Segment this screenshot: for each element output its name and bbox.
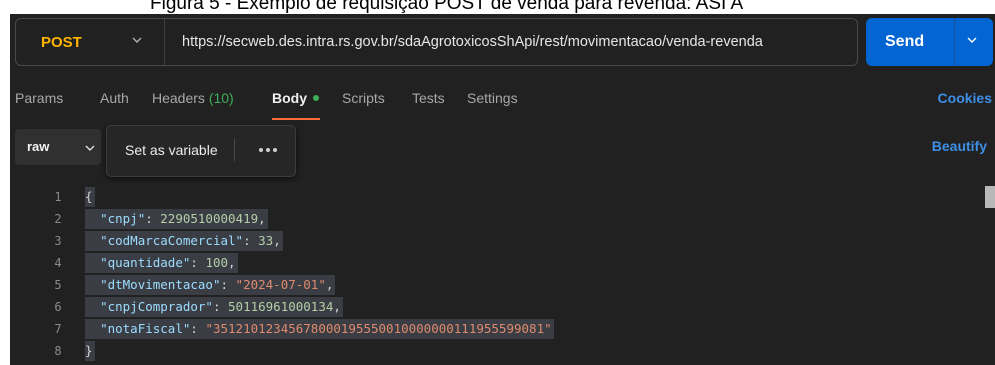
open-brace: { bbox=[85, 189, 93, 204]
code-text: "dtMovimentacao": "2024-07-01", bbox=[85, 275, 336, 295]
url-bar: POST https://secweb.des.intra.rs.gov.br/… bbox=[15, 18, 858, 66]
code-text: { bbox=[85, 187, 95, 207]
json-key: "cnpj" bbox=[100, 211, 146, 226]
send-divider bbox=[954, 18, 955, 66]
line-number: 1 bbox=[54, 190, 62, 204]
json-comma: , bbox=[273, 233, 281, 248]
body-indicator-dot bbox=[313, 95, 319, 101]
more-horizontal-icon[interactable] bbox=[259, 148, 277, 152]
code-text: "cnpjComprador": 50116961000134, bbox=[85, 297, 343, 317]
code-line: 1 { bbox=[10, 186, 995, 208]
line-number: 2 bbox=[54, 212, 62, 226]
headers-count: (10) bbox=[208, 90, 234, 106]
line-number: 3 bbox=[54, 234, 62, 248]
json-comma: , bbox=[258, 211, 266, 226]
tab-headers[interactable]: Headers (10) bbox=[152, 90, 234, 106]
json-comma: , bbox=[228, 255, 236, 270]
code-text: "quantidade": 100, bbox=[85, 253, 238, 273]
line-number: 7 bbox=[54, 322, 62, 336]
active-tab-underline bbox=[272, 118, 320, 120]
request-editor: POST https://secweb.des.intra.rs.gov.br/… bbox=[10, 14, 995, 365]
code-line: 4 "quantidade": 100, bbox=[10, 252, 995, 274]
body-mode-label: raw bbox=[27, 139, 50, 154]
code-line: 7 "notaFiscal": "35121012345678000195550… bbox=[10, 318, 995, 340]
url-input[interactable]: https://secweb.des.intra.rs.gov.br/sdaAg… bbox=[182, 19, 763, 65]
send-label: Send bbox=[885, 33, 925, 50]
code-text: } bbox=[85, 341, 95, 361]
line-number: 5 bbox=[54, 278, 62, 292]
json-comma: , bbox=[325, 277, 334, 292]
code-text: "notaFiscal": "3512101234567800019555001… bbox=[85, 319, 554, 339]
json-string: "2024-07-01" bbox=[235, 277, 326, 292]
code-line: 5 "dtMovimentacao": "2024-07-01", bbox=[10, 274, 995, 296]
menu-divider bbox=[234, 139, 235, 161]
beautify-button[interactable]: Beautify bbox=[932, 138, 987, 154]
request-tabs: Params Auth Headers (10) Body Scripts Te… bbox=[10, 90, 995, 116]
code-line: 2 "cnpj": 2290510000419, bbox=[10, 208, 995, 230]
json-key: "dtMovimentacao" bbox=[100, 277, 221, 292]
close-brace: } bbox=[85, 343, 93, 358]
json-number: 2290510000419 bbox=[160, 211, 259, 226]
code-text: "codMarcaComercial": 33, bbox=[85, 231, 283, 251]
set-as-variable-button[interactable]: Set as variable bbox=[125, 126, 218, 174]
chevron-down-icon bbox=[130, 33, 144, 52]
send-button[interactable]: Send bbox=[866, 18, 993, 66]
code-editor[interactable]: 1 { 2 "cnpj": 2290510000419, 3 "codMarca… bbox=[10, 183, 995, 365]
tab-auth[interactable]: Auth bbox=[100, 90, 129, 106]
tab-tests[interactable]: Tests bbox=[412, 90, 445, 106]
json-number: 33 bbox=[258, 233, 274, 248]
line-number: 4 bbox=[54, 256, 62, 270]
method-select[interactable]: POST bbox=[16, 19, 165, 65]
selection-context-menu: Set as variable bbox=[106, 125, 296, 177]
json-key: "notaFiscal" bbox=[100, 321, 191, 336]
cookies-link[interactable]: Cookies bbox=[938, 90, 992, 106]
caption-text: Figura 5 - Exemplo de requisição POST de… bbox=[150, 0, 744, 14]
code-line: 3 "codMarcaComercial": 33, bbox=[10, 230, 995, 252]
json-number: 100 bbox=[205, 255, 229, 270]
chevron-down-icon bbox=[84, 141, 96, 159]
tab-settings[interactable]: Settings bbox=[467, 90, 518, 106]
json-key: "cnpjComprador" bbox=[100, 299, 213, 314]
json-string: "351210123456780001955500100000001119555… bbox=[205, 321, 552, 336]
code-line: 8 } bbox=[10, 340, 995, 362]
code-text: "cnpj": 2290510000419, bbox=[85, 209, 268, 229]
method-label: POST bbox=[41, 33, 82, 51]
line-number: 8 bbox=[54, 344, 62, 358]
tab-body-label: Body bbox=[272, 90, 307, 106]
body-mode-select[interactable]: raw bbox=[15, 129, 101, 165]
json-number: 50116961000134 bbox=[228, 299, 334, 314]
json-key: "quantidade" bbox=[100, 255, 191, 270]
json-key: "codMarcaComercial" bbox=[100, 233, 244, 248]
tab-scripts[interactable]: Scripts bbox=[342, 90, 385, 106]
tab-headers-label: Headers bbox=[152, 90, 205, 106]
line-number: 6 bbox=[54, 300, 62, 314]
json-comma: , bbox=[333, 299, 341, 314]
tab-body[interactable]: Body bbox=[272, 90, 319, 106]
code-line: 6 "cnpjComprador": 50116961000134, bbox=[10, 296, 995, 318]
tab-params[interactable]: Params bbox=[15, 90, 63, 106]
chevron-down-icon[interactable] bbox=[965, 33, 979, 52]
scrollbar-thumb[interactable] bbox=[985, 186, 995, 208]
